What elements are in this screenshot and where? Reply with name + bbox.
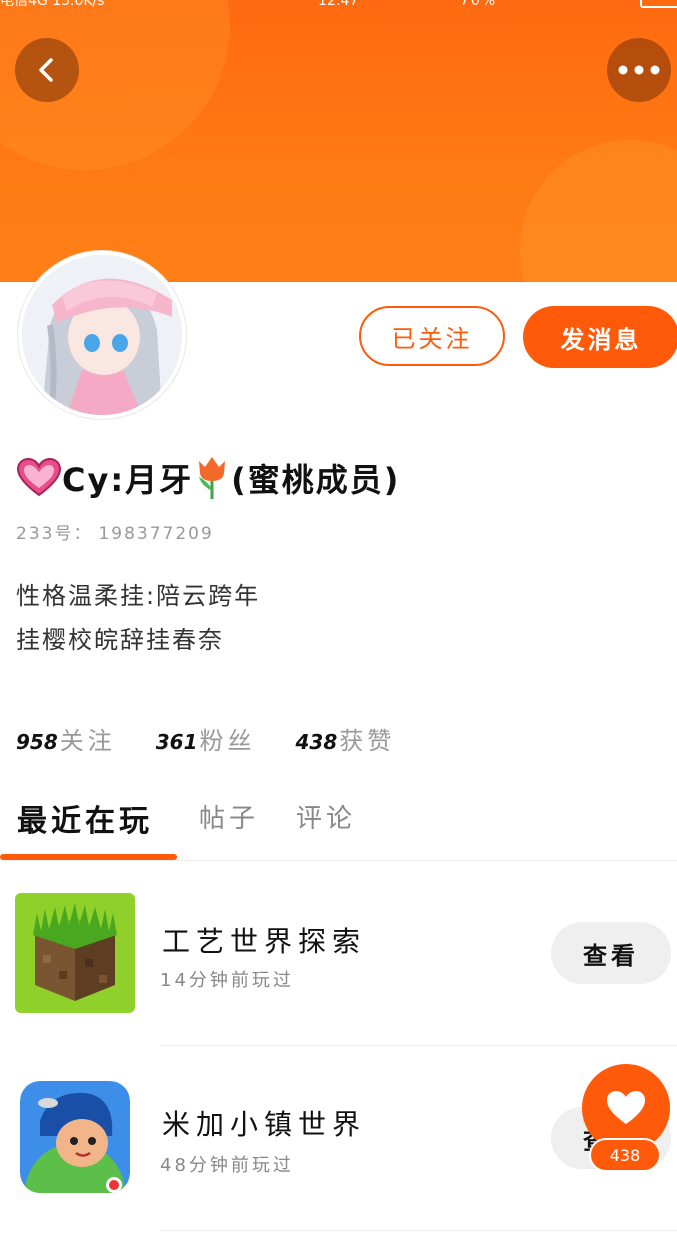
stat-label: 关注: [59, 726, 116, 755]
view-game-button[interactable]: 查看: [551, 922, 671, 984]
status-time: 12:47: [318, 0, 359, 9]
status-bar: 电信4G 13.0K/s 12:47 70%: [0, 0, 677, 14]
tab-comments[interactable]: 评论: [296, 798, 356, 835]
game-title: 工艺世界探索: [162, 925, 367, 958]
divider: [0, 860, 677, 861]
status-network: 电信4G 13.0K/s: [0, 0, 105, 9]
like-count-badge: 438: [589, 1138, 661, 1172]
stat-following[interactable]: 958 关注: [16, 721, 116, 756]
stat-label: 获赞: [339, 726, 396, 755]
miga-town-icon: [20, 1081, 130, 1193]
send-message-button[interactable]: 发消息: [523, 306, 677, 368]
stat-number: 438: [295, 729, 338, 754]
game-list-item[interactable]: 工艺世界探索 14分钟前玩过 查看: [0, 888, 677, 1018]
avatar[interactable]: [18, 251, 186, 419]
pink-heart-icon: [16, 458, 62, 498]
last-played-time: 48分钟前玩过: [160, 1155, 294, 1176]
tab-recently-played[interactable]: 最近在玩: [17, 796, 153, 840]
user-stats: 958 关注 361 粉丝 438 获赞: [16, 718, 435, 758]
user-bio: 性格温柔挂:陪云跨年 挂樱校皖辞挂春奈: [16, 574, 260, 662]
battery-icon: [640, 0, 677, 8]
chevron-left-icon: [39, 58, 53, 82]
back-button[interactable]: [15, 38, 79, 102]
bio-line: 挂樱校皖辞挂春奈: [16, 626, 224, 654]
more-dots-icon: [618, 65, 660, 75]
profile-tabs: 最近在玩 帖子 评论: [0, 790, 677, 860]
uid-label: 233号：: [16, 524, 93, 544]
stat-likes[interactable]: 438 获赞: [296, 721, 396, 756]
stat-number: 361: [155, 729, 198, 754]
nickname-text: Cy:月牙: [62, 461, 194, 499]
heart-icon: [607, 1091, 645, 1124]
nickname-suffix: (蜜桃成员): [231, 461, 401, 499]
banner-decoration: [520, 140, 677, 282]
divider: [160, 1045, 677, 1046]
uid-value: 198377209: [98, 524, 214, 544]
user-id: 233号： 198377209: [16, 519, 214, 544]
stat-label: 粉丝: [199, 726, 256, 755]
game-list-item[interactable]: 米加小镇世界 48分钟前玩过 查看: [0, 1073, 677, 1203]
status-battery-text: 70%: [460, 0, 498, 9]
game-title: 米加小镇世界: [162, 1108, 367, 1141]
tab-posts[interactable]: 帖子: [199, 798, 259, 835]
avatar-image: [22, 255, 182, 415]
last-played-time: 14分钟前玩过: [160, 970, 294, 991]
tulip-icon: [193, 455, 231, 501]
stat-number: 958: [16, 729, 58, 754]
followed-button[interactable]: 已关注: [359, 306, 505, 366]
divider: [160, 1230, 677, 1231]
profile-banner: [0, 0, 677, 282]
bio-line: 性格温柔挂:陪云跨年: [16, 582, 261, 610]
stat-followers[interactable]: 361 粉丝: [156, 721, 256, 756]
user-nickname: Cy:月牙 (蜜桃成员): [16, 454, 400, 502]
more-options-button[interactable]: [607, 38, 671, 102]
grass-block-icon: [15, 893, 135, 1013]
